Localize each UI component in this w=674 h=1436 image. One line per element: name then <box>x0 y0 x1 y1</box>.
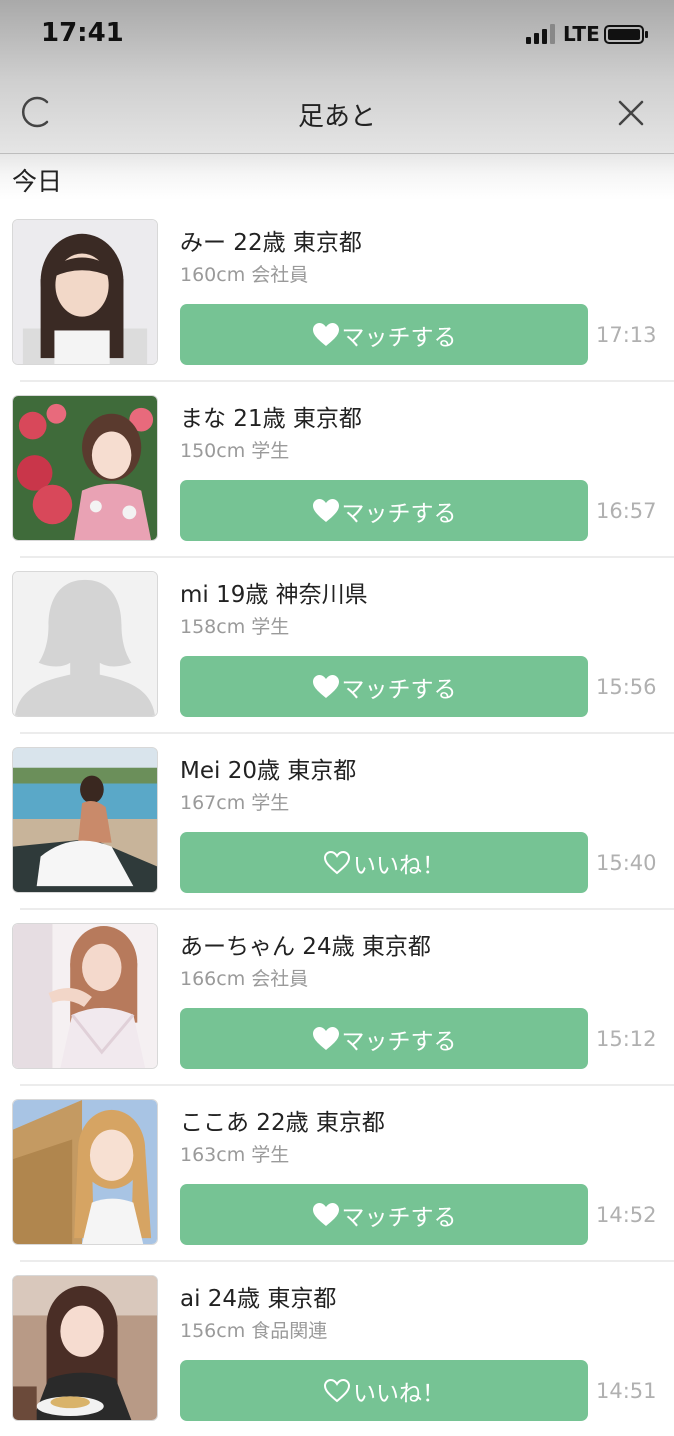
heart-outline-icon <box>323 850 351 874</box>
status-bar: 17:41 LTE <box>0 0 674 70</box>
visit-time: 16:57 <box>596 499 657 523</box>
profile-name: ai 24歳 東京都 <box>180 1286 337 1312</box>
profile-detail: 158cm 学生 <box>180 616 290 638</box>
footprint-list: みー 22歳 東京都 160cm 会社員 マッチする 17:13 まな 21歳 … <box>0 176 674 1421</box>
avatar[interactable] <box>12 747 158 893</box>
profile-detail: 150cm 学生 <box>180 440 290 462</box>
profile-detail: 160cm 会社員 <box>180 264 309 286</box>
profile-photo <box>13 220 157 364</box>
profile-name: あーちゃん 24歳 東京都 <box>180 934 431 960</box>
profile-name: Mei 20歳 東京都 <box>180 758 357 784</box>
profile-name: ここあ 22歳 東京都 <box>180 1110 385 1136</box>
profile-name: まな 21歳 東京都 <box>180 406 362 432</box>
list-item[interactable]: ここあ 22歳 東京都 163cm 学生 マッチする 14:52 <box>0 1056 674 1262</box>
page-title: 足あと <box>297 102 376 132</box>
list-item[interactable]: まな 21歳 東京都 150cm 学生 マッチする 16:57 <box>0 352 674 558</box>
profile-detail: 163cm 学生 <box>180 1144 290 1166</box>
default-avatar-icon <box>13 572 157 716</box>
profile-detail: 167cm 学生 <box>180 792 290 814</box>
status-time: 17:41 <box>41 18 124 48</box>
avatar[interactable] <box>12 571 158 717</box>
button-label: マッチする <box>341 676 457 703</box>
profile-photo <box>13 924 157 1068</box>
profile-detail: 166cm 会社員 <box>180 968 309 990</box>
avatar[interactable] <box>12 1099 158 1245</box>
avatar[interactable] <box>12 219 158 365</box>
heart-filled-icon <box>312 674 339 698</box>
profile-photo <box>13 1100 157 1244</box>
profile-name: みー 22歳 東京都 <box>180 230 362 256</box>
profile-photo <box>13 748 157 892</box>
profile-detail: 156cm 食品関連 <box>180 1320 328 1342</box>
signal-icon <box>526 24 555 44</box>
profile-photo <box>13 396 157 540</box>
visit-time: 14:52 <box>596 1203 657 1227</box>
avatar[interactable] <box>12 395 158 541</box>
list-item[interactable]: mi 19歳 神奈川県 158cm 学生 マッチする 15:56 <box>0 528 674 734</box>
button-label: いいね！ <box>353 852 445 879</box>
battery-icon <box>604 25 648 44</box>
network-label: LTE <box>563 22 600 46</box>
list-item[interactable]: みー 22歳 東京都 160cm 会社員 マッチする 17:13 <box>0 176 674 382</box>
button-label: いいね！ <box>353 1380 445 1407</box>
visit-time: 15:12 <box>596 1027 657 1051</box>
visit-time: 15:56 <box>596 675 657 699</box>
button-label: マッチする <box>341 324 457 351</box>
button-label: マッチする <box>341 1028 457 1055</box>
button-label: マッチする <box>341 1204 457 1231</box>
heart-outline-icon <box>323 1378 351 1402</box>
heart-filled-icon <box>312 1026 339 1050</box>
close-icon[interactable] <box>614 96 648 130</box>
visit-time: 17:13 <box>596 323 657 347</box>
avatar[interactable] <box>12 1275 158 1421</box>
divider <box>0 153 674 154</box>
profile-photo <box>13 1276 157 1420</box>
heart-filled-icon <box>312 498 339 522</box>
navigation-bar: 足あと <box>0 80 674 152</box>
heart-filled-icon <box>312 322 339 346</box>
list-item[interactable]: ai 24歳 東京都 156cm 食品関連 いいね！ 14:51 <box>0 1232 674 1421</box>
heart-filled-icon <box>312 1202 339 1226</box>
visit-time: 15:40 <box>596 851 657 875</box>
button-label: マッチする <box>341 500 457 527</box>
profile-name: mi 19歳 神奈川県 <box>180 582 368 608</box>
visit-time: 14:51 <box>596 1379 657 1403</box>
list-item[interactable]: あーちゃん 24歳 東京都 166cm 会社員 マッチする 15:12 <box>0 880 674 1086</box>
avatar[interactable] <box>12 923 158 1069</box>
like-button[interactable]: いいね！ <box>180 1360 588 1421</box>
list-item[interactable]: Mei 20歳 東京都 167cm 学生 いいね！ 15:40 <box>0 704 674 910</box>
